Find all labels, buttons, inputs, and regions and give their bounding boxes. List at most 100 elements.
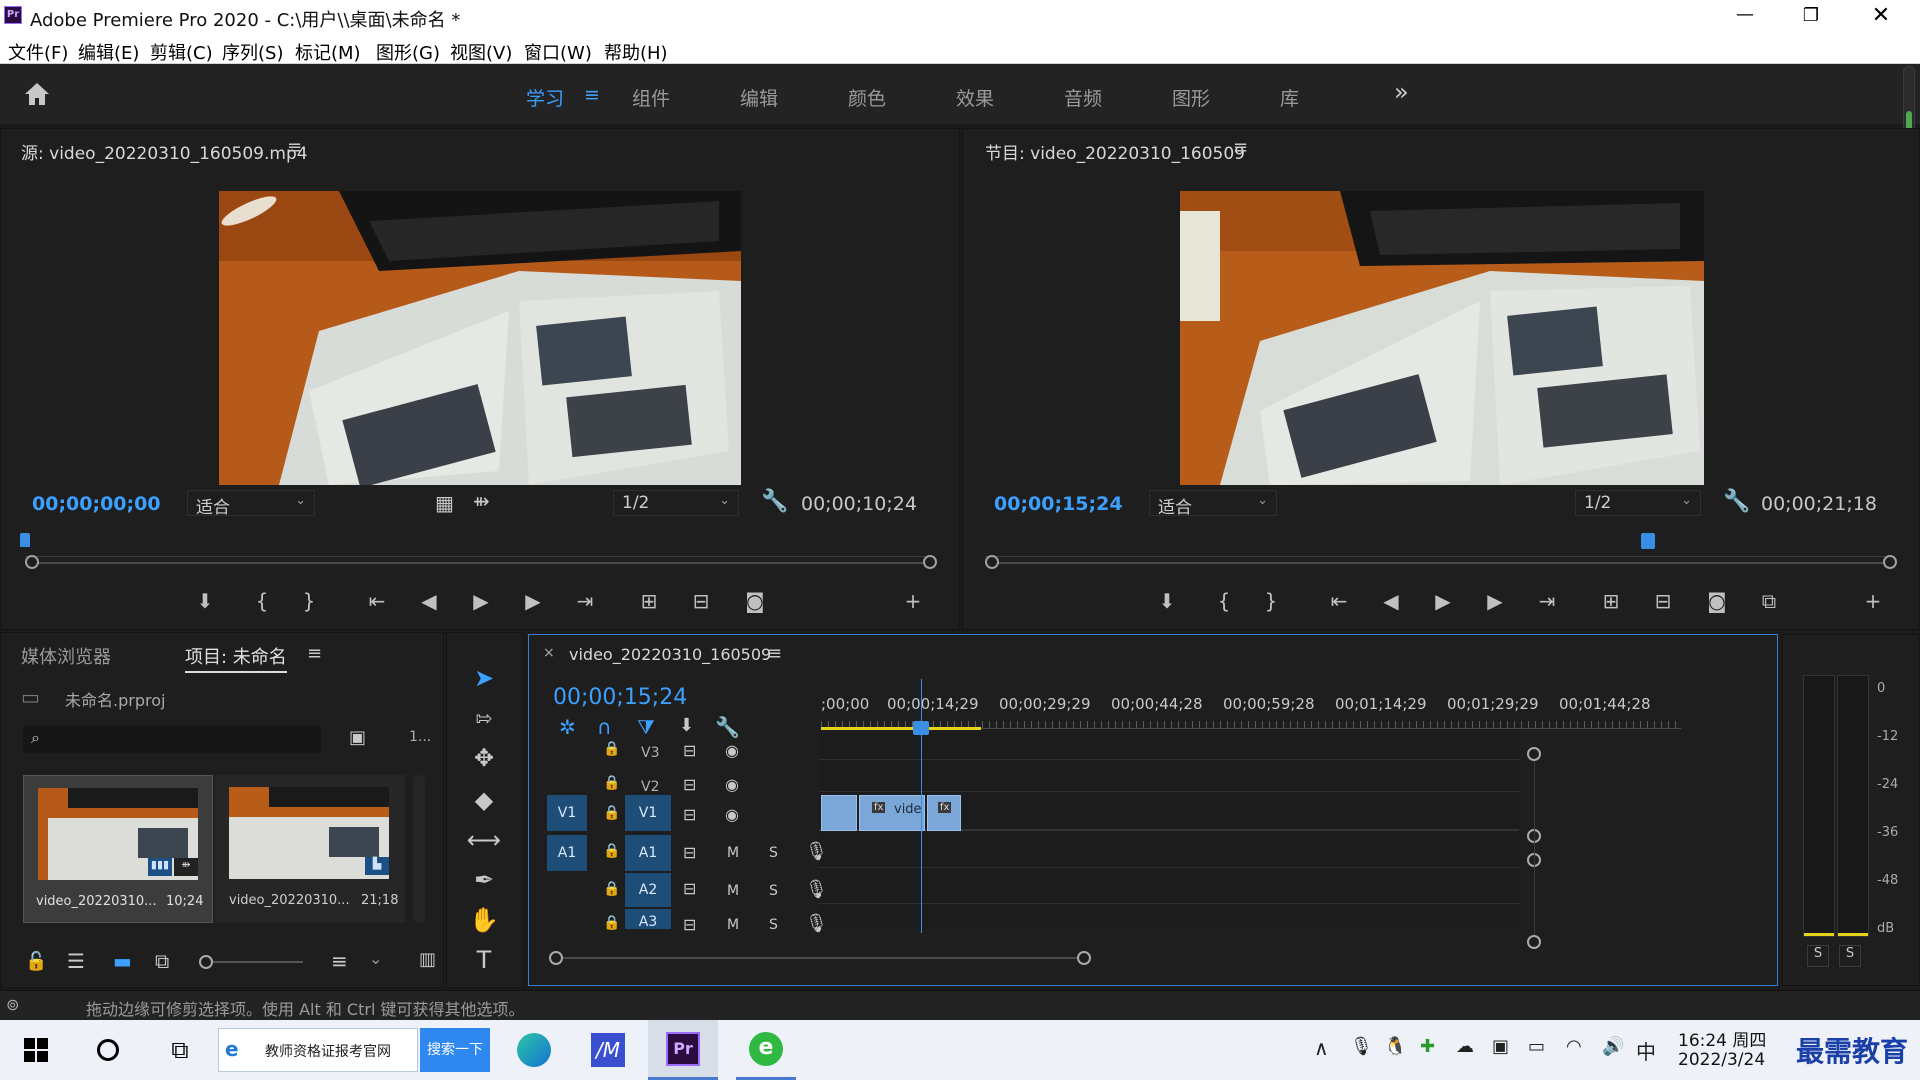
program-monitor-title[interactable]: 节目: video_20220310_160509 — [985, 139, 1245, 164]
track-select-tool-icon[interactable]: ⇰ — [466, 700, 502, 736]
microphone-icon[interactable]: 🎙 — [805, 913, 828, 934]
chevron-down-icon[interactable]: ⌄ — [369, 949, 382, 968]
zoom-handle-right[interactable] — [1883, 555, 1897, 569]
task-view-icon[interactable]: ⧉ — [160, 1020, 200, 1080]
zoom-handle-left[interactable] — [549, 951, 563, 965]
menu-window[interactable]: 窗口(W) — [524, 39, 592, 65]
safe-margins-icon[interactable]: ▦ — [435, 491, 454, 515]
sync-lock-icon[interactable]: ⊟ — [683, 805, 696, 824]
clock-time[interactable]: 16:24 周四 — [1678, 1026, 1766, 1051]
workspace-tab-color[interactable]: 颜色 — [848, 84, 886, 111]
add-marker-icon[interactable]: ⬇ — [191, 589, 219, 613]
step-back-icon[interactable]: ◀ — [415, 589, 443, 613]
project-item-thumbnail[interactable]: ▮▮▮ ⇻ video_20220310... 10;24 — [23, 775, 213, 923]
track-lock-icon[interactable]: 🔒 — [603, 741, 620, 757]
mute-button[interactable]: M — [727, 845, 739, 861]
workspace-tab-audio[interactable]: 音频 — [1064, 84, 1102, 111]
solo-button[interactable]: S — [769, 917, 778, 933]
track-target-a3[interactable]: A3 — [625, 909, 671, 930]
sync-lock-icon[interactable]: ⊟ — [683, 879, 696, 898]
lift-icon[interactable]: ⊞ — [1597, 589, 1625, 613]
menu-view[interactable]: 视图(V) — [450, 39, 512, 65]
new-bin-icon[interactable]: ▣ — [349, 727, 366, 748]
track-lock-icon[interactable]: 🔒 — [603, 805, 620, 821]
menu-file[interactable]: 文件(F) — [8, 39, 68, 65]
project-search-input[interactable]: ⌕ — [23, 725, 321, 753]
workspace-tab-effects[interactable]: 效果 — [956, 84, 994, 111]
razor-tool-icon[interactable]: ◆ — [466, 782, 502, 818]
ime-indicator[interactable]: 中 — [1636, 1036, 1656, 1065]
minimize-button[interactable]: — — [1720, 0, 1770, 34]
home-icon[interactable] — [22, 80, 56, 110]
menu-sequence[interactable]: 序列(S) — [222, 39, 283, 65]
workspace-tab-libraries[interactable]: 库 — [1280, 84, 1299, 111]
source-monitor-title[interactable]: 源: video_20220310_160509.mp4 — [21, 139, 308, 164]
mark-in-icon[interactable]: { — [1210, 589, 1238, 613]
video-clip[interactable]: fx — [927, 795, 961, 831]
automate-to-sequence-icon[interactable]: ▥ — [419, 949, 436, 970]
track-lock-icon[interactable]: 🔒 — [603, 843, 620, 859]
battery-icon[interactable]: ▭ — [1528, 1036, 1545, 1057]
microphone-icon[interactable]: 🎙 — [805, 841, 828, 862]
overwrite-icon[interactable]: ⊟ — [687, 589, 715, 613]
eye-icon[interactable]: ◉ — [725, 805, 739, 824]
cloud-tray-icon[interactable]: ☁ — [1456, 1036, 1474, 1057]
program-current-timecode[interactable]: 00;00;15;24 — [994, 493, 1123, 515]
go-to-out-icon[interactable]: ⇥ — [571, 589, 599, 613]
step-back-icon[interactable]: ◀ — [1377, 589, 1405, 613]
type-tool-icon[interactable]: T — [466, 942, 502, 978]
close-sequence-icon[interactable]: × — [543, 645, 555, 661]
sync-lock-icon[interactable]: ⊟ — [683, 741, 696, 760]
timeline-playhead-handle[interactable] — [913, 721, 929, 735]
source-zoom-bar[interactable] — [25, 562, 935, 564]
zoom-handle-right[interactable] — [1077, 951, 1091, 965]
zoom-handle-left[interactable] — [25, 555, 39, 569]
tab-media-browser[interactable]: 媒体浏览器 — [21, 643, 111, 669]
source-fit-dropdown[interactable]: 适合 ⌄ — [187, 490, 315, 518]
menu-marker[interactable]: 标记(M) — [295, 39, 361, 65]
sort-icon[interactable]: ≡ — [331, 949, 348, 973]
button-editor-icon[interactable]: + — [899, 589, 927, 613]
security-tray-icon[interactable]: ✚ — [1420, 1036, 1435, 1057]
comparison-view-icon[interactable]: ⧉ — [1755, 589, 1783, 613]
tray-expand-icon[interactable]: ∧ — [1314, 1036, 1329, 1060]
menu-help[interactable]: 帮助(H) — [604, 39, 668, 65]
export-frame-icon[interactable]: ◙ — [1703, 589, 1731, 613]
search-button[interactable]: 搜索一下 — [420, 1028, 490, 1072]
go-to-in-icon[interactable]: ⇤ — [363, 589, 391, 613]
program-time-ruler[interactable] — [985, 549, 1895, 557]
sync-lock-icon[interactable]: ⊟ — [683, 775, 696, 794]
lock-icon[interactable]: 🔓 — [25, 951, 47, 972]
panel-menu-icon[interactable]: ≡ — [287, 137, 302, 158]
slip-tool-icon[interactable]: ⟷ — [466, 822, 502, 858]
browser-search-bar[interactable]: e 教师资格证报考官网 — [218, 1028, 418, 1072]
timeline-playhead-line[interactable] — [921, 679, 922, 933]
wifi-icon[interactable]: ◠ — [1566, 1036, 1582, 1057]
panel-menu-icon[interactable]: ≡ — [307, 643, 322, 664]
track-target-a1[interactable]: A1 — [625, 835, 671, 871]
track-target-a2[interactable]: A2 — [625, 873, 671, 907]
play-icon[interactable]: ▶ — [467, 589, 495, 613]
program-zoom-bar[interactable] — [985, 562, 1895, 564]
eye-icon[interactable]: ◉ — [725, 741, 739, 760]
mute-button[interactable]: M — [727, 917, 739, 933]
go-to-out-icon[interactable]: ⇥ — [1533, 589, 1561, 613]
eye-icon[interactable]: ◉ — [725, 775, 739, 794]
source-patch-a1[interactable]: A1 — [547, 835, 587, 871]
program-resolution-dropdown[interactable]: 1/2 ⌄ — [1575, 490, 1701, 516]
source-current-timecode[interactable]: 00;00;00;00 — [32, 493, 161, 515]
program-playhead-marker[interactable] — [1641, 533, 1655, 549]
mute-button[interactable]: M — [727, 883, 739, 899]
hand-tool-icon[interactable]: ✋ — [466, 902, 502, 938]
sequence-tab-title[interactable]: video_20220310_160509 — [569, 645, 771, 664]
track-lock-icon[interactable]: 🔒 — [603, 775, 620, 791]
source-patch-v1[interactable]: V1 — [547, 795, 587, 831]
clock-date[interactable]: 2022/3/24 — [1678, 1050, 1765, 1070]
app-icon-blue[interactable]: /M — [586, 1020, 630, 1080]
timeline-timecode[interactable]: 00;00;15;24 — [553, 685, 687, 710]
more-workspaces-icon[interactable]: » — [1394, 78, 1409, 106]
qq-tray-icon[interactable]: 🐧 — [1384, 1036, 1406, 1057]
work-area-bar[interactable] — [821, 727, 981, 730]
workspace-tab-assembly[interactable]: 组件 — [632, 84, 670, 111]
step-forward-icon[interactable]: ▶ — [519, 589, 547, 613]
